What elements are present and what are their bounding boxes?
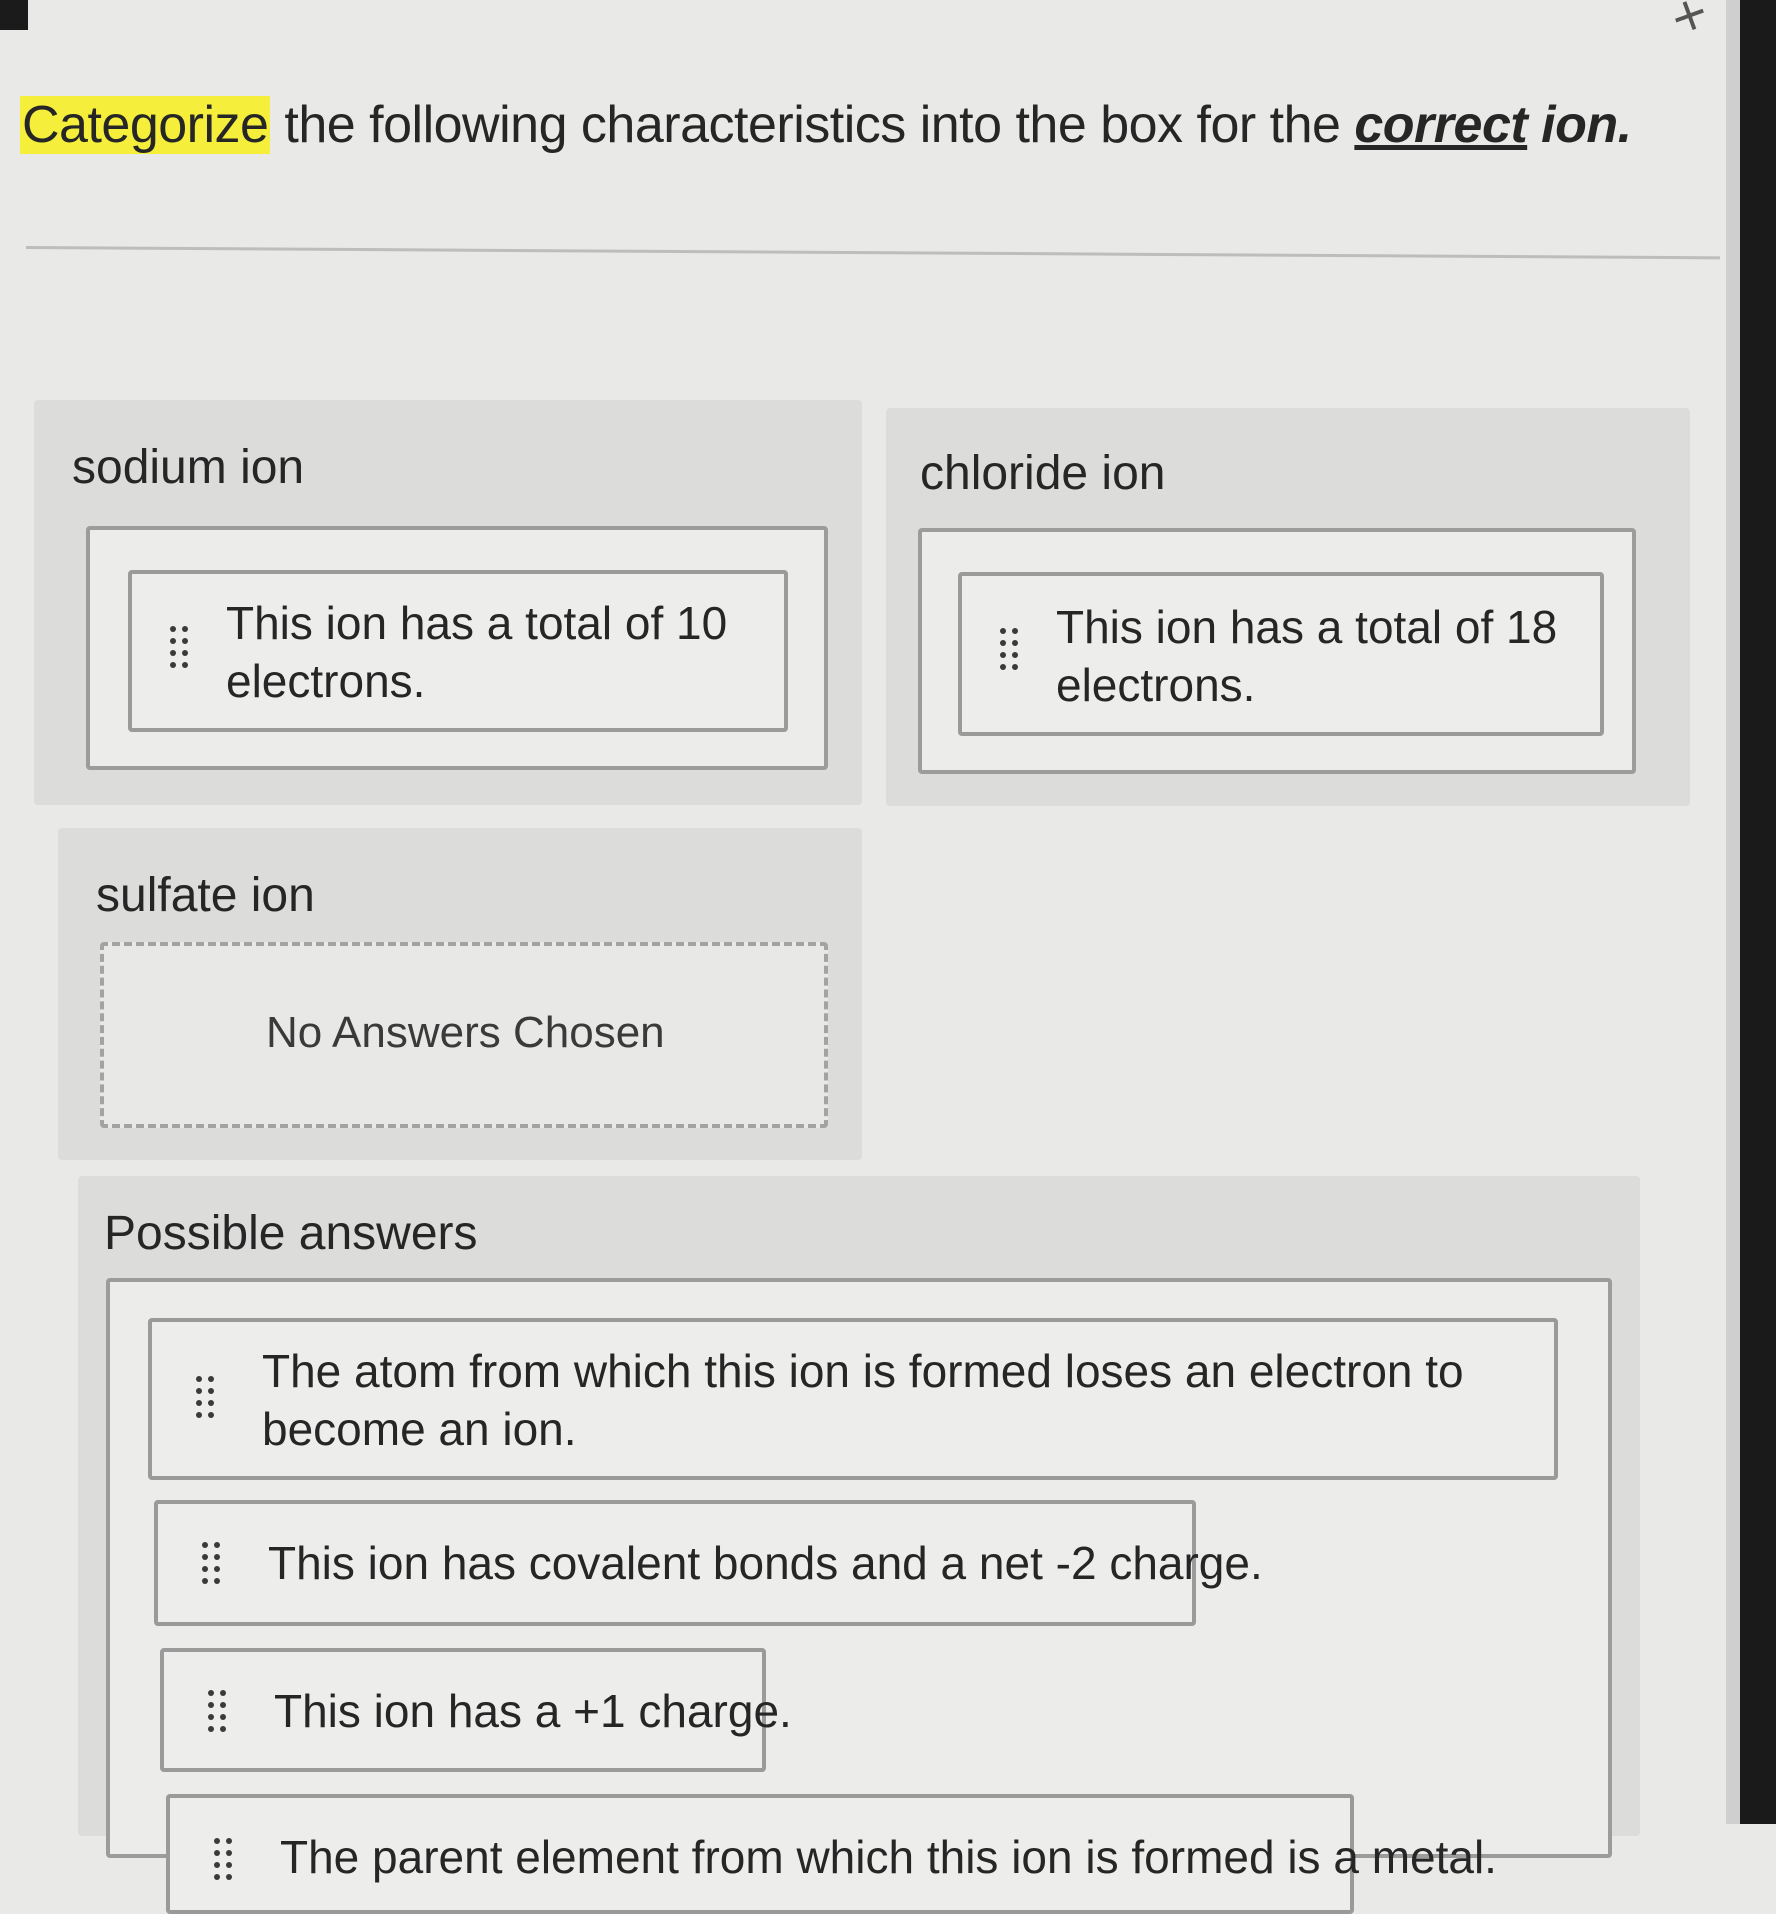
- answer-card[interactable]: This ion has covalent bonds and a net -2…: [154, 1500, 1263, 1626]
- category-chloride: chloride ion This ion has a total of 18 …: [886, 408, 1690, 806]
- drag-handle-icon[interactable]: [196, 1376, 218, 1426]
- pin-icon[interactable]: ✕: [1664, 0, 1714, 45]
- answer-bank[interactable]: The atom from which this ion is formed l…: [106, 1278, 1612, 1914]
- category-sodium: sodium ion This ion has a total of 10 el…: [34, 400, 862, 805]
- drop-zone-chloride[interactable]: This ion has a total of 18 electrons.: [918, 528, 1636, 774]
- scrollbar-track[interactable]: [1726, 0, 1740, 1824]
- empty-placeholder: No Answers Chosen: [266, 1008, 665, 1057]
- drag-handle-icon[interactable]: [202, 1542, 224, 1592]
- category-title: chloride ion: [920, 447, 1166, 500]
- instruction-suffix: ion.: [1527, 96, 1632, 154]
- answer-card[interactable]: The parent element from which this ion i…: [166, 1794, 1497, 1914]
- drag-handle-icon[interactable]: [170, 626, 192, 676]
- possible-answers-panel: Possible answers The atom from which thi…: [78, 1176, 1640, 1914]
- answer-text: This ion has a total of 18 electrons.: [1056, 601, 1558, 711]
- answer-text: This ion has a +1 charge.: [274, 1685, 792, 1737]
- answer-card[interactable]: This ion has a total of 18 electrons.: [958, 572, 1604, 736]
- drop-zone-sulfate[interactable]: No Answers Chosen: [100, 942, 828, 1128]
- instruction-highlight: Categorize: [20, 96, 271, 154]
- answer-card[interactable]: This ion has a total of 10 electrons.: [128, 570, 788, 732]
- drag-handle-icon[interactable]: [214, 1838, 236, 1888]
- divider: [25, 246, 1720, 260]
- drag-handle-icon[interactable]: [208, 1690, 230, 1740]
- answer-text: The parent element from which this ion i…: [280, 1831, 1497, 1883]
- possible-answers-title: Possible answers: [104, 1207, 478, 1260]
- category-title: sulfate ion: [96, 869, 315, 922]
- category-title: sodium ion: [72, 441, 305, 494]
- drag-handle-icon[interactable]: [1000, 628, 1022, 678]
- instruction-emphasis: correct: [1354, 96, 1528, 154]
- drop-zone-sodium[interactable]: This ion has a total of 10 electrons.: [86, 526, 828, 770]
- answer-card[interactable]: The atom from which this ion is formed l…: [148, 1318, 1558, 1480]
- answer-card[interactable]: This ion has a +1 charge.: [160, 1648, 792, 1772]
- answer-text: This ion has a total of 10 electrons.: [226, 597, 728, 707]
- answer-text: The atom from which this ion is formed l…: [262, 1345, 1464, 1455]
- category-sulfate: sulfate ion No Answers Chosen: [58, 828, 862, 1160]
- answer-text: This ion has covalent bonds and a net -2…: [268, 1537, 1263, 1589]
- instruction-text: Categorize the following characteristics…: [20, 95, 1632, 155]
- instruction-middle: the following characteristics into the b…: [270, 96, 1355, 154]
- screen-bezel: [1740, 0, 1776, 1824]
- window-corner: [0, 0, 28, 30]
